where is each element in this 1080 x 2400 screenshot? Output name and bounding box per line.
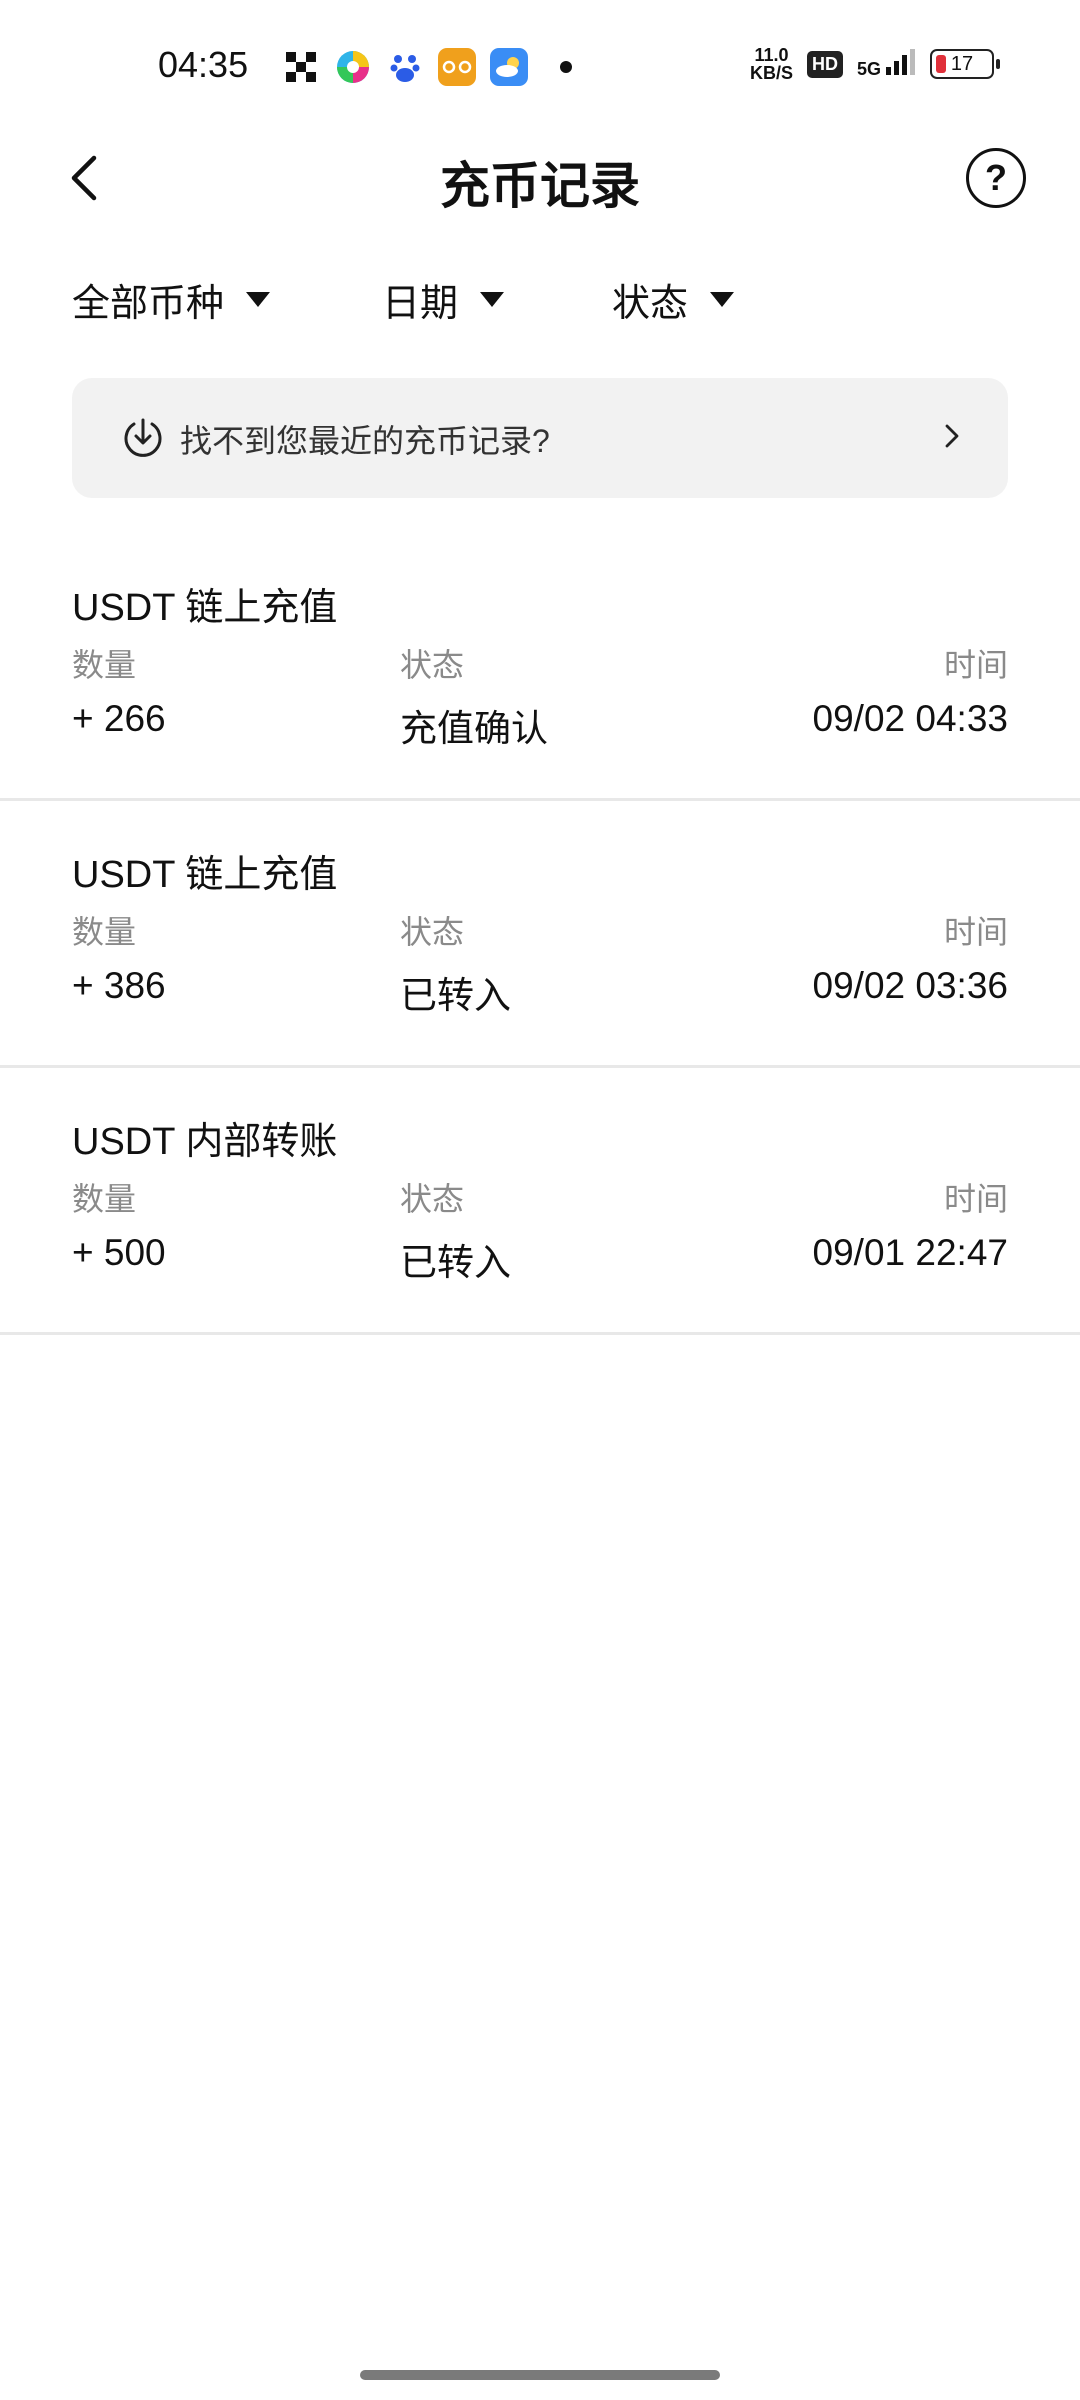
home-indicator[interactable]: [360, 2370, 720, 2380]
time-value: 09/01 22:47: [812, 1232, 1008, 1273]
record-time: 时间 09/02 04:33: [813, 640, 1008, 740]
record-time: 时间 09/01 22:47: [813, 1174, 1008, 1274]
hd-badge: HD: [806, 50, 843, 78]
amount-label: 数量: [72, 914, 137, 950]
record-item[interactable]: USDT 链上充值 数量 + 266 状态 充值确认 时间 09/02 04:3…: [0, 532, 1080, 801]
record-amount: 数量 + 266: [72, 640, 166, 740]
record-title: USDT 链上充值: [72, 854, 338, 896]
weather-app-icon: [490, 48, 528, 86]
record-title: USDT 链上充值: [72, 587, 338, 629]
baidu-app-icon: [386, 48, 424, 86]
amount-value: + 500: [72, 1232, 166, 1273]
filter-status[interactable]: 状态: [612, 272, 735, 327]
battery-level: 17: [950, 53, 974, 75]
caret-down-icon: [710, 292, 735, 307]
status-label: 状态: [400, 914, 465, 950]
system-indicators: 11.0 KB/S HD 5G 17: [750, 46, 1000, 82]
amount-label: 数量: [72, 647, 137, 683]
record-title: USDT 内部转账: [72, 1121, 338, 1163]
record-status: 状态 充值确认: [400, 640, 548, 752]
status-bar: 04:35 11.0 KB/S HD 5G 17: [0, 0, 1080, 136]
help-button[interactable]: ?: [966, 148, 1026, 208]
record-amount: 数量 + 386: [72, 907, 166, 1007]
record-item[interactable]: USDT 链上充值 数量 + 386 状态 已转入 时间 09/02 03:36: [0, 799, 1080, 1068]
amount-label: 数量: [72, 1181, 137, 1217]
pinwheel-app-icon: [334, 48, 372, 86]
filter-currency-label: 全部币种: [72, 283, 225, 325]
more-notifications-dot-icon: [560, 61, 572, 73]
status-value: 充值确认: [400, 708, 548, 749]
caret-down-icon: [480, 292, 505, 307]
notification-icons: [282, 48, 572, 86]
banner-text: 找不到您最近的充币记录?: [180, 423, 550, 459]
status-value: 已转入: [400, 975, 511, 1016]
page-title: 充币记录: [440, 158, 640, 214]
record-item[interactable]: USDT 内部转账 数量 + 500 状态 已转入 时间 09/01 22:47: [0, 1066, 1080, 1335]
time-value: 09/02 04:33: [812, 698, 1008, 739]
status-label: 状态: [400, 647, 465, 683]
status-time: 04:35: [158, 44, 249, 85]
time-label: 时间: [943, 914, 1008, 950]
signal-label: 5G: [856, 58, 881, 79]
record-status: 状态 已转入: [400, 1174, 511, 1286]
question-mark-icon: ?: [985, 157, 1007, 198]
status-label: 状态: [400, 1181, 465, 1217]
record-time: 时间 09/02 03:36: [813, 907, 1008, 1007]
imou-app-icon: [438, 48, 476, 86]
network-speed-unit: KB/S: [749, 63, 793, 83]
time-label: 时间: [943, 647, 1008, 683]
network-speed-value: 11.0: [754, 45, 789, 65]
amount-value: + 386: [72, 965, 166, 1006]
amount-value: + 266: [72, 698, 166, 739]
caret-down-icon: [246, 292, 271, 307]
chevron-right-icon: [945, 424, 959, 448]
filter-date-label: 日期: [382, 283, 459, 325]
record-amount: 数量 + 500: [72, 1174, 166, 1274]
filter-date[interactable]: 日期: [382, 272, 505, 327]
signal-icon: 5G: [856, 48, 916, 80]
missing-deposit-banner[interactable]: 找不到您最近的充币记录?: [72, 378, 1008, 498]
battery-icon: 17: [930, 49, 1000, 79]
time-value: 09/02 03:36: [812, 965, 1008, 1006]
qr-app-icon: [282, 48, 320, 86]
time-label: 时间: [943, 1181, 1008, 1217]
filter-bar: 全部币种 日期 状态: [72, 272, 1008, 328]
record-status: 状态 已转入: [400, 907, 511, 1019]
status-value: 已转入: [400, 1242, 511, 1283]
filter-status-label: 状态: [612, 283, 689, 325]
download-circle-icon: [124, 418, 162, 457]
network-speed: 11.0 KB/S: [750, 46, 793, 82]
filter-currency[interactable]: 全部币种: [72, 272, 271, 327]
